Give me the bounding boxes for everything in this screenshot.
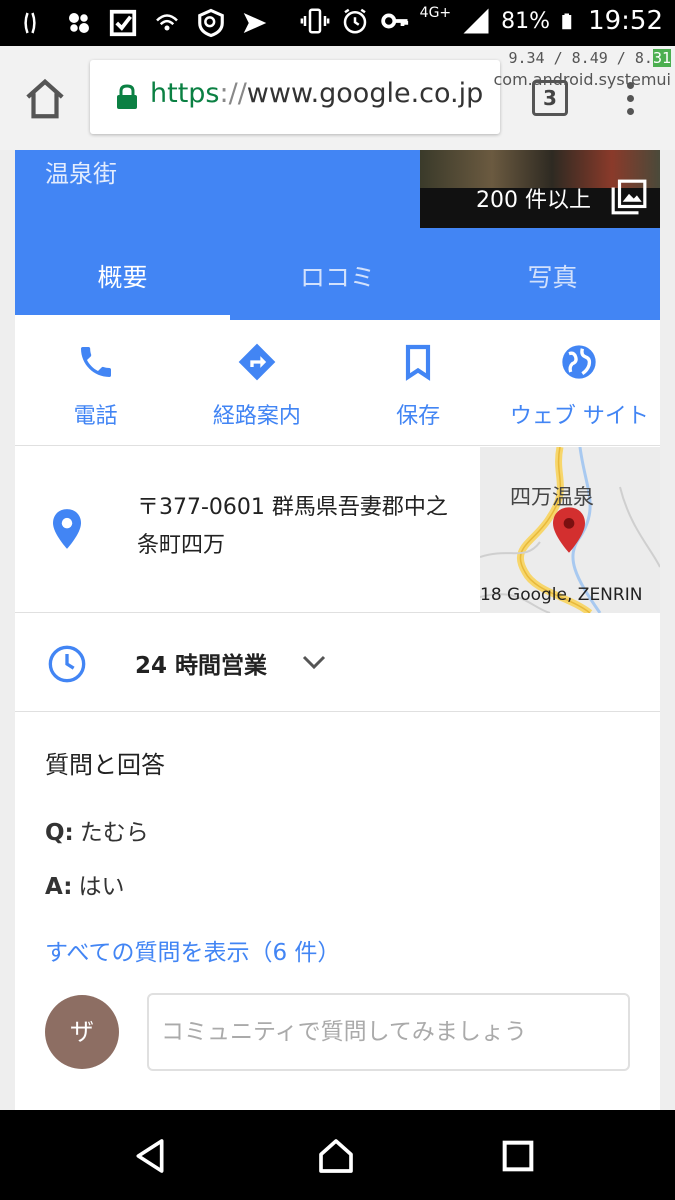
key-icon (380, 13, 408, 29)
knowledge-panel: 温泉街 200 件以上 概要 ロコミ 写真 電話 経路案内 保存 ウェブ サイト (15, 150, 660, 1110)
website-button[interactable]: ウェブ サイト (499, 320, 660, 445)
phone-icon (80, 347, 111, 377)
wifi-calling-icon (156, 14, 178, 31)
battery-icon (562, 13, 572, 30)
answer-item: A: はい (45, 867, 124, 901)
hours-text: 24 時間営業 (135, 653, 268, 679)
save-button[interactable]: 保存 (338, 320, 499, 445)
place-header: 温泉街 200 件以上 (15, 150, 660, 230)
chevron-down-icon[interactable] (301, 652, 327, 672)
call-label: 電話 (73, 404, 118, 429)
send-icon (243, 13, 267, 33)
photo-gallery-icon (611, 179, 647, 215)
show-all-questions-link[interactable]: すべての質問を表示（6 件） (45, 933, 340, 967)
sim-icon (24, 12, 36, 34)
cpu-load-values: 9.34 / 8.49 / 8. (508, 49, 653, 67)
cpu-load-overlay: 9.34 / 8.49 / 8.31 (508, 48, 671, 68)
signal-icon (463, 8, 489, 34)
qa-heading: 質問と回答 (45, 751, 165, 779)
network-type: 4G+ (419, 5, 452, 21)
save-label: 保存 (396, 404, 441, 429)
alarm-icon (343, 8, 366, 34)
clock-icon (48, 645, 86, 683)
url-host: www.google.co.jp (246, 78, 484, 109)
place-category: 温泉街 (45, 160, 117, 188)
directions-label: 経路案内 (212, 404, 301, 429)
shield-icon (198, 8, 224, 38)
directions-button[interactable]: 経路案内 (176, 320, 337, 445)
battery-percent: 81% (501, 8, 551, 34)
system-icons: 4G+ 81% 19:52 (300, 5, 663, 36)
tab-reviews[interactable]: ロコミ (230, 230, 445, 320)
home-nav-icon[interactable] (316, 1136, 356, 1176)
globe-icon (562, 345, 597, 379)
recents-icon[interactable] (498, 1136, 538, 1176)
checkbox-icon (109, 9, 137, 37)
map-thumbnail[interactable]: 四万温泉 18 Google, ZENRIN (480, 447, 660, 613)
tab-photos[interactable]: 写真 (445, 230, 660, 320)
back-icon[interactable] (130, 1136, 170, 1176)
answer-text: はい (78, 874, 125, 900)
url-bar[interactable]: https://www.google.co.jp (90, 60, 500, 134)
home-icon[interactable] (22, 76, 68, 122)
clock: 19:52 (588, 6, 663, 36)
tab-overview[interactable]: 概要 (15, 230, 230, 320)
avatar: ザ (45, 995, 119, 1069)
website-label: ウェブ サイト (509, 404, 649, 429)
action-row: 電話 経路案内 保存 ウェブ サイト (15, 320, 660, 446)
location-pin-icon (53, 509, 81, 549)
address-text: 〒377-0601 群馬県吾妻郡中之条町四万 (137, 495, 448, 558)
notification-icons (20, 8, 270, 38)
hours-row[interactable]: 24 時間営業 (15, 614, 660, 712)
question-item: Q: たむら (45, 813, 149, 847)
call-button[interactable]: 電話 (15, 320, 176, 445)
address-row[interactable]: 〒377-0601 群馬県吾妻郡中之条町四万 四万温泉 18 Google, Z… (15, 447, 660, 613)
cpu-load-highlight: 31 (652, 49, 671, 67)
bookmark-icon (406, 344, 431, 381)
pinwheel-icon (69, 13, 89, 33)
lock-icon (117, 84, 137, 109)
vibrate-icon (300, 8, 330, 34)
url-separator: :// (219, 78, 247, 109)
question-prefix: Q: (45, 820, 74, 846)
questions-answers-section: 質問と回答 Q: たむら A: はい すべての質問を表示（6 件） ザ (15, 713, 660, 1110)
url-scheme: https (150, 78, 220, 109)
directions-icon (238, 343, 276, 381)
url-text[interactable]: https://www.google.co.jp (150, 78, 483, 109)
map-marker-icon (553, 507, 585, 553)
status-bar: 4G+ 81% 19:52 (0, 0, 675, 46)
place-tabs: 概要 ロコミ 写真 (15, 230, 660, 320)
answer-prefix: A: (45, 874, 73, 900)
overlay-package-name: com.android.systemui (493, 70, 672, 89)
question-text: たむら (79, 820, 149, 846)
system-nav-bar (0, 1110, 675, 1200)
photo-thumbnail[interactable]: 200 件以上 (420, 150, 660, 228)
photo-count: 200 件以上 (476, 188, 591, 213)
map-attribution: 18 Google, ZENRIN (480, 585, 643, 605)
ask-question-input[interactable] (147, 993, 630, 1071)
